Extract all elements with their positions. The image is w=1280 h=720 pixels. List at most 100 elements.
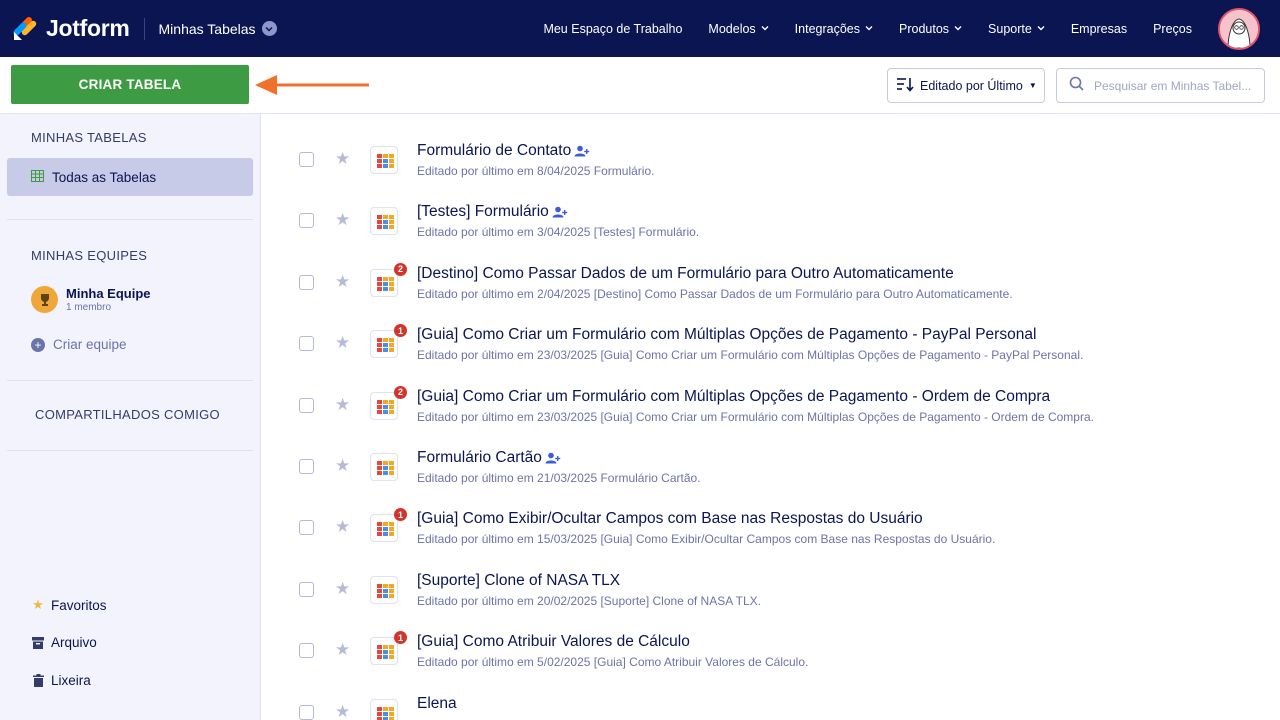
star-icon[interactable]: ★ xyxy=(335,396,350,413)
row-checkbox[interactable] xyxy=(299,704,314,720)
create-team-button[interactable]: + Criar equipe xyxy=(31,337,127,352)
table-title[interactable]: Elena xyxy=(417,695,457,713)
row-checkbox[interactable] xyxy=(299,459,314,474)
table-row[interactable]: ★ [Testes] Formulário Editado por último e… xyxy=(262,189,1280,250)
table-row[interactable]: ★ Formulário de Contato Editado por último… xyxy=(262,128,1280,189)
table-row[interactable]: ★ 2 [Destino] Como Passar Dados de um Form… xyxy=(262,251,1280,312)
edited-date: Editado por último em 3/04/2025 xyxy=(417,225,591,240)
notification-badge: 1 xyxy=(394,508,407,522)
create-team-label: Criar equipe xyxy=(53,337,127,352)
nav-item-label: Suporte xyxy=(988,21,1032,36)
table-title-text: [Guia] Como Exibir/Ocultar Campos com Ba… xyxy=(417,510,923,528)
shared-users-icon xyxy=(574,145,590,157)
star-icon[interactable]: ★ xyxy=(335,518,350,535)
table-icon xyxy=(370,698,398,720)
nav-item[interactable]: Preços xyxy=(1153,22,1192,36)
nav-item[interactable]: Integrações xyxy=(795,22,873,36)
search-box[interactable] xyxy=(1056,68,1265,103)
trash-icon xyxy=(31,674,45,687)
table-grid-icon xyxy=(31,169,44,185)
table-title-text: Formulário de Contato xyxy=(417,142,572,159)
team-name: Minha Equipe xyxy=(66,286,151,301)
star-icon[interactable]: ★ xyxy=(335,457,350,474)
nav-item[interactable]: Empresas xyxy=(1071,22,1127,36)
user-avatar[interactable] xyxy=(1218,7,1260,50)
nav-item[interactable]: Produtos xyxy=(899,22,962,36)
table-title-text: [Testes] Formulário xyxy=(417,203,549,221)
edited-date: Editado por último em 2/04/2025 xyxy=(417,286,591,301)
search-input[interactable] xyxy=(1094,78,1254,93)
shared-users-icon xyxy=(545,452,561,464)
star-icon[interactable]: ★ xyxy=(335,211,350,228)
shared-with-me-heading[interactable]: COMPARTILHADOS COMIGO xyxy=(35,407,220,422)
row-checkbox[interactable] xyxy=(299,336,314,352)
table-icon xyxy=(370,575,398,604)
table-title-text: [Destino] Como Passar Dados de um Formul… xyxy=(417,264,954,282)
notification-badge: 1 xyxy=(394,631,407,645)
table-title[interactable]: [Testes] Formulário xyxy=(417,203,568,221)
nav-item[interactable]: Modelos xyxy=(708,21,769,36)
table-row[interactable]: ★ 1 [Guia] Como Exibir/Ocultar Campos com … xyxy=(262,496,1280,557)
star-icon[interactable]: ★ xyxy=(335,273,350,290)
table-title[interactable]: [Guia] Como Criar um Formulário com Múlt… xyxy=(417,326,1036,344)
sidebar-item-favorites[interactable]: ★ Favoritos xyxy=(31,597,106,613)
search-icon xyxy=(1069,76,1084,96)
table-row[interactable]: ★ 2 [Guia] Como Criar um Formulário com Mú… xyxy=(262,374,1280,435)
shared-users-icon xyxy=(552,206,568,218)
chevron-down-icon xyxy=(1037,24,1045,33)
table-title[interactable]: [Guia] Como Atribuir Valores de Cálculo xyxy=(417,633,690,651)
row-checkbox[interactable] xyxy=(299,581,314,597)
table-title[interactable]: [Destino] Como Passar Dados de um Formul… xyxy=(417,265,954,283)
table-icon xyxy=(370,514,398,543)
table-title[interactable]: [Suporte] Clone of NASA TLX xyxy=(417,572,620,590)
star-icon[interactable]: ★ xyxy=(335,703,350,720)
row-checkbox[interactable] xyxy=(299,274,314,290)
table-row[interactable]: ★ [Suporte] Clone of NASA TLX Editado por … xyxy=(262,558,1280,619)
row-checkbox[interactable] xyxy=(299,397,314,413)
row-checkbox[interactable] xyxy=(299,213,314,229)
sidebar-item-team[interactable]: Minha Equipe 1 membro xyxy=(31,286,151,313)
row-checkbox[interactable] xyxy=(299,643,314,659)
sidebar-divider xyxy=(7,219,253,220)
sort-icon xyxy=(896,76,914,95)
nav-item-label: Preços xyxy=(1153,21,1192,36)
nav-item-label: Modelos xyxy=(708,21,756,36)
table-row[interactable]: ★ 1 [Guia] Como Criar um Formulário com Mú… xyxy=(262,312,1280,373)
nav-item[interactable]: Suporte xyxy=(988,22,1045,36)
workspace-switcher[interactable]: Minhas Tabelas xyxy=(159,21,277,37)
table-subtitle: Editado por último em 21/03/2025 Formulá… xyxy=(417,471,701,485)
jotform-logo-icon xyxy=(12,16,38,42)
table-subtitle: Editado por último em 5/02/2025 [Guia] C… xyxy=(417,655,808,669)
table-title[interactable]: [Guia] Como Exibir/Ocultar Campos com Ba… xyxy=(417,510,923,528)
star-icon[interactable]: ★ xyxy=(335,580,350,597)
row-checkbox[interactable] xyxy=(299,152,314,167)
table-title[interactable]: [Guia] Como Criar um Formulário com Múlt… xyxy=(417,388,1050,406)
table-icon xyxy=(370,146,398,174)
nav-item[interactable]: Meu Espaço de Trabalho xyxy=(543,22,682,36)
row-checkbox[interactable] xyxy=(299,520,314,536)
sort-dropdown[interactable]: Editado por Último ▼ xyxy=(887,68,1045,103)
table-row[interactable]: ★ 1 [Guia] Como Atribuir Valores de Cálcul… xyxy=(262,619,1280,680)
table-subtitle: Editado por último em 2/04/2025 [Destino… xyxy=(417,287,1013,301)
sidebar-item-archive[interactable]: Arquivo xyxy=(31,635,97,650)
table-row[interactable]: ★ Elena xyxy=(262,681,1280,720)
jotform-logo[interactable]: Jotform xyxy=(12,0,130,57)
star-icon[interactable]: ★ xyxy=(335,150,350,167)
archive-icon xyxy=(31,636,45,649)
table-icon xyxy=(370,391,398,420)
create-table-button[interactable]: CRIAR TABELA xyxy=(11,65,249,104)
table-icon xyxy=(370,330,398,359)
table-row[interactable]: ★ Formulário Cartão Editado por último em … xyxy=(262,435,1280,496)
source-form-name: [Testes] Formulário. xyxy=(593,225,700,240)
sidebar-item-trash[interactable]: Lixeira xyxy=(31,673,91,688)
sidebar-item-all-tables[interactable]: Todas as Tabelas xyxy=(7,158,253,196)
edited-date: Editado por último em 15/03/2025 xyxy=(417,532,598,547)
table-icon xyxy=(370,207,398,236)
table-title[interactable]: Formulário Cartão xyxy=(417,449,561,467)
table-title[interactable]: Formulário de Contato xyxy=(417,142,590,160)
brand-name: Jotform xyxy=(46,15,130,41)
header-divider xyxy=(143,17,145,40)
star-icon[interactable]: ★ xyxy=(335,334,350,351)
nav-item-label: Empresas xyxy=(1070,21,1128,36)
star-icon[interactable]: ★ xyxy=(335,641,350,658)
